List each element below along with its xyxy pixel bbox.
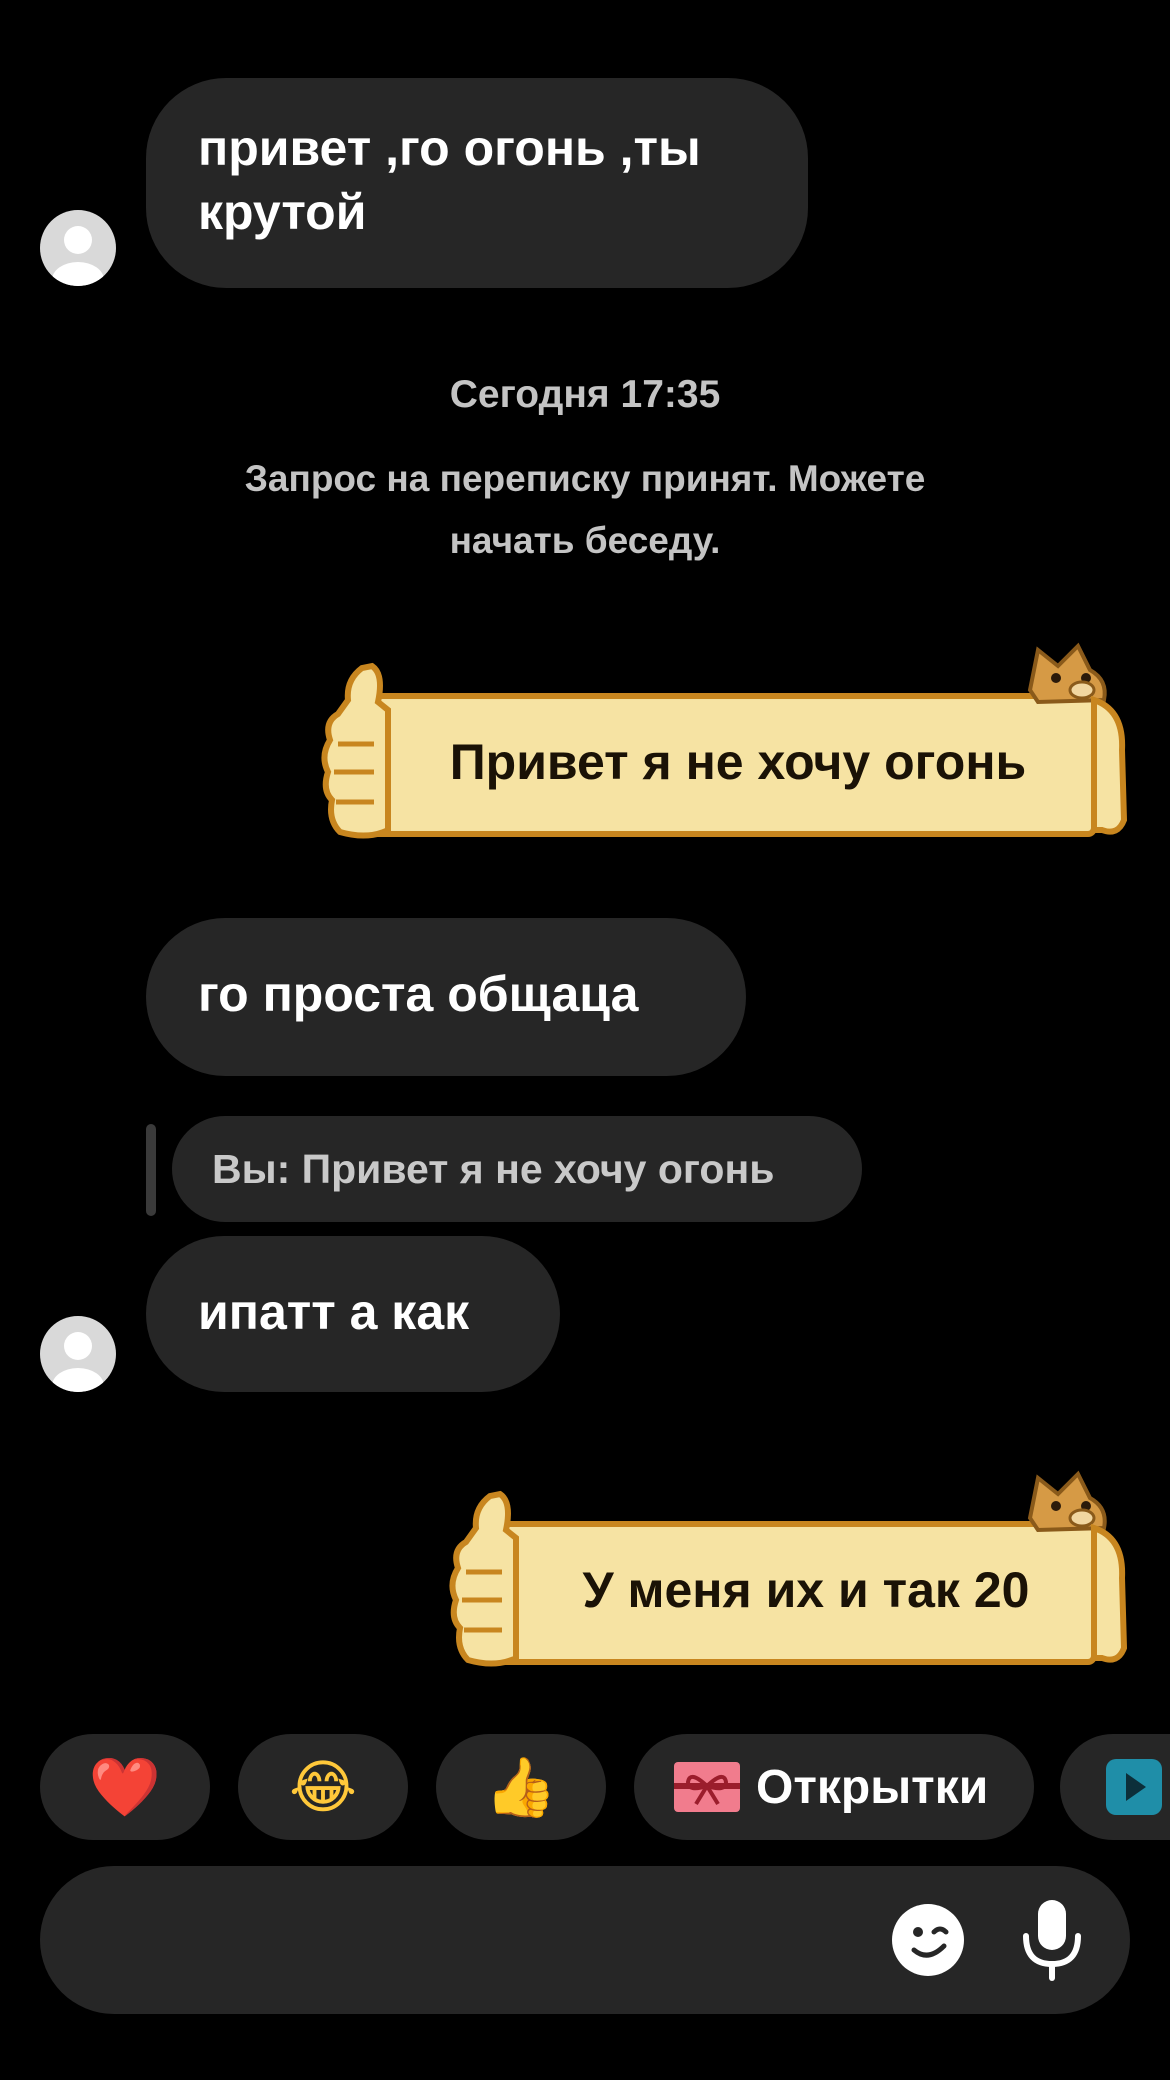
message-input[interactable] [100,1866,880,2014]
default-avatar-icon [52,226,104,286]
gift-ribbon-icon [674,1762,740,1812]
outgoing-sticker[interactable]: Привет я не хочу огонь [318,640,1134,840]
quick-reply-laugh[interactable]: 😂 [238,1734,408,1840]
contact-avatar[interactable] [40,1316,116,1392]
sticker-caption: У меня их и так 20 [582,1562,1030,1618]
outgoing-sticker[interactable]: У меня их и так 20 [446,1468,1134,1668]
notice-line: начать беседу. [449,520,721,561]
notice-line: Запрос на переписку принят. Можете [244,458,926,499]
smiley-wink-icon [892,1904,964,1976]
heart-emoji-icon: ❤️ [88,1753,162,1821]
message-text: ипатт а как [198,1284,470,1340]
play-icon [1106,1759,1162,1815]
quick-reply-thumbs-up[interactable]: 👍 [436,1734,606,1840]
contact-avatar[interactable] [40,210,116,286]
date-separator: Сегодня 17:35 [449,373,721,416]
postcards-button[interactable]: Открытки [634,1734,1034,1840]
reply-indicator-bar [146,1124,156,1216]
message-text: привет ,го огонь ,ты крутой [198,120,701,240]
quick-reply-heart[interactable]: ❤️ [40,1734,210,1840]
request-accepted-notice: Запрос на переписку принят. Можете начат… [0,448,1170,572]
incoming-message[interactable]: привет ,го огонь ,ты крутой [146,78,808,288]
message-text: го проста общаца [198,966,639,1022]
sticker-caption: Привет я не хочу огонь [449,734,1027,790]
postcards-label: Открытки [756,1760,989,1814]
default-avatar-icon [52,1332,104,1392]
quoted-text: Вы: Привет я не хочу огонь [212,1146,775,1192]
incoming-message[interactable]: ипатт а как [146,1236,560,1392]
microphone-icon [1023,1900,1081,1981]
quoted-reply[interactable]: Вы: Привет я не хочу огонь [172,1116,862,1222]
laughing-tears-emoji-icon: 😂 [289,1753,357,1821]
incoming-message[interactable]: го проста общаца [146,918,746,1076]
thumbs-up-emoji-icon: 👍 [484,1753,558,1821]
quick-reply-more-partial[interactable] [1060,1734,1170,1840]
emoji-button[interactable] [890,1902,966,1978]
message-composer[interactable] [40,1866,1130,2014]
microphone-button[interactable] [1020,1898,1084,1982]
